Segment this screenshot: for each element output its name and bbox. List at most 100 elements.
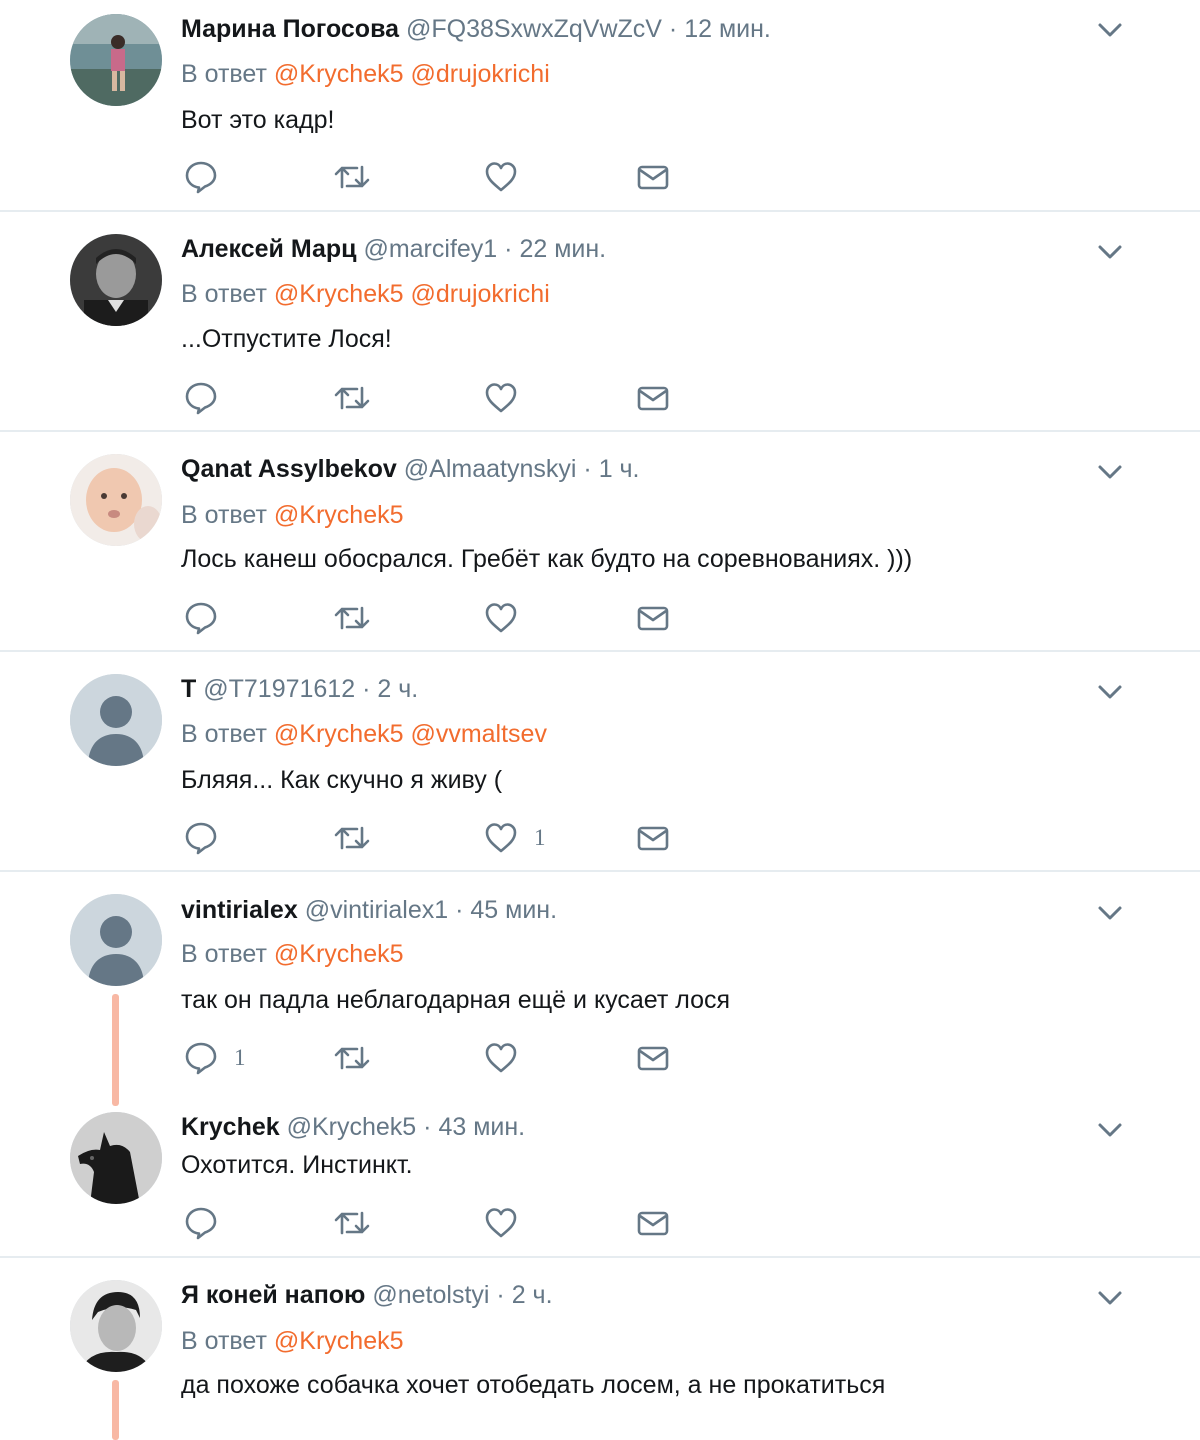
timestamp[interactable]: 43 мин.	[438, 1113, 525, 1141]
retweet-button[interactable]	[333, 1203, 371, 1243]
avatar[interactable]	[70, 234, 162, 326]
timestamp[interactable]: 2 ч.	[512, 1281, 553, 1309]
avatar[interactable]	[70, 14, 162, 106]
author-handle[interactable]: @Krychek5	[287, 1113, 417, 1141]
like-button[interactable]	[484, 1038, 534, 1078]
avatar[interactable]	[70, 674, 162, 766]
mention-link[interactable]: @vvmaltsev	[410, 720, 547, 748]
mention-link[interactable]: @Krychek5	[274, 720, 404, 748]
tweet-text: Вот это кадр!	[181, 106, 335, 134]
retweet-button[interactable]	[333, 157, 371, 197]
chevron-down-icon[interactable]	[1094, 456, 1126, 488]
reply-icon	[184, 160, 218, 194]
reply-button[interactable]	[184, 157, 234, 197]
retweet-icon	[333, 381, 371, 415]
timestamp[interactable]: 1 ч.	[599, 455, 640, 483]
reply-icon	[184, 601, 218, 635]
author-handle[interactable]: @netolstyi	[372, 1281, 489, 1309]
author-handle[interactable]: @Almaatynskyi	[404, 455, 577, 483]
author-name[interactable]: T	[181, 675, 196, 703]
like-button[interactable]	[484, 1203, 534, 1243]
avatar[interactable]	[70, 894, 162, 986]
author-name[interactable]: Qanat Assylbekov	[181, 455, 397, 483]
like-button[interactable]: 1	[484, 818, 546, 858]
reply-button[interactable]	[184, 378, 234, 418]
separator-dot: ·	[362, 675, 371, 703]
chevron-down-icon[interactable]	[1094, 1282, 1126, 1314]
like-button[interactable]	[484, 378, 534, 418]
author-name[interactable]: Я коней напою	[181, 1281, 365, 1309]
author-name[interactable]: Krychek	[181, 1113, 280, 1141]
retweet-button[interactable]	[333, 378, 371, 418]
retweet-icon	[333, 1041, 371, 1075]
reply-icon	[184, 381, 218, 415]
tweet[interactable]: Qanat Assylbekov @Almaatynskyi · 1 ч. В …	[0, 432, 1200, 652]
reply-button[interactable]	[184, 598, 234, 638]
author-handle[interactable]: @FQ38SxwxZqVwZcV	[406, 15, 662, 43]
direct-message-button[interactable]	[636, 1038, 670, 1078]
tweet[interactable]: Марина Погосова @FQ38SxwxZqVwZcV · 12 ми…	[0, 0, 1200, 212]
author-name[interactable]: Марина Погосова	[181, 15, 399, 43]
retweet-button[interactable]	[333, 598, 371, 638]
mention-link[interactable]: @drujokrichi	[410, 280, 549, 308]
tweet-actions: 1	[0, 1038, 1200, 1078]
direct-message-button[interactable]	[636, 378, 670, 418]
tweet-text: ...Отпустите Лося!	[181, 325, 392, 353]
tweet[interactable]: Я коней напою @netolstyi · 2 ч. В ответ …	[0, 1258, 1200, 1440]
avatar[interactable]	[70, 1112, 162, 1204]
like-count: 1	[534, 825, 546, 850]
chevron-down-icon[interactable]	[1094, 14, 1126, 46]
retweet-icon	[333, 1206, 371, 1240]
author-handle[interactable]: @vintirialex1	[305, 896, 448, 924]
direct-message-button[interactable]	[636, 157, 670, 197]
timestamp[interactable]: 2 ч.	[377, 675, 418, 703]
like-button[interactable]	[484, 157, 534, 197]
tweet[interactable]: Алексей Марц @marcifey1 · 22 мин. В отве…	[0, 212, 1200, 432]
chevron-down-icon[interactable]	[1094, 676, 1126, 708]
mention-link[interactable]: @Krychek5	[274, 60, 404, 88]
mention-link[interactable]: @Krychek5	[274, 280, 404, 308]
reply-to-label: В ответ	[181, 60, 267, 88]
tweet-actions: 1	[0, 818, 1200, 858]
reply-button[interactable]	[184, 1203, 234, 1243]
tweet-text: так он падла неблагодарная ещё и кусает …	[181, 986, 731, 1014]
direct-message-button[interactable]	[636, 598, 670, 638]
author-handle[interactable]: @T71971612	[203, 675, 355, 703]
like-icon	[484, 381, 518, 415]
reply-button[interactable]: 1	[184, 1038, 246, 1078]
reply-to: В ответ @Krychek5	[181, 1326, 404, 1356]
chevron-down-icon[interactable]	[1094, 236, 1126, 268]
tweet-actions	[0, 1203, 1200, 1243]
retweet-button[interactable]	[333, 1038, 371, 1078]
avatar[interactable]	[70, 454, 162, 546]
retweet-button[interactable]	[333, 818, 371, 858]
retweet-icon	[333, 160, 371, 194]
reply-icon	[184, 821, 218, 855]
like-button[interactable]	[484, 598, 534, 638]
tweet[interactable]: T @T71971612 · 2 ч. В ответ @Krychek5 @v…	[0, 652, 1200, 872]
mention-link[interactable]: @Krychek5	[274, 1327, 404, 1355]
tweet[interactable]: Krychek @Krychek5 · 43 мин. Охотится. Ин…	[0, 1092, 1200, 1258]
timestamp[interactable]: 22 мин.	[519, 235, 606, 263]
reply-to-label: В ответ	[181, 1327, 267, 1355]
retweet-icon	[333, 601, 371, 635]
chevron-down-icon[interactable]	[1094, 1114, 1126, 1146]
avatar[interactable]	[70, 1280, 162, 1372]
timestamp[interactable]: 45 мин.	[470, 896, 557, 924]
tweet[interactable]: vintirialex @vintirialex1 · 45 мин. В от…	[0, 872, 1200, 1106]
direct-message-icon	[636, 821, 670, 855]
mention-link[interactable]: @drujokrichi	[410, 60, 549, 88]
thread-line	[112, 1380, 119, 1440]
timestamp[interactable]: 12 мин.	[684, 15, 771, 43]
chevron-down-icon[interactable]	[1094, 897, 1126, 929]
author-name[interactable]: vintirialex	[181, 896, 298, 924]
author-handle[interactable]: @marcifey1	[363, 235, 497, 263]
author-name[interactable]: Алексей Марц	[181, 235, 357, 263]
reply-button[interactable]	[184, 818, 234, 858]
tweet-actions	[0, 378, 1200, 418]
reply-count: 1	[234, 1045, 246, 1070]
mention-link[interactable]: @Krychek5	[274, 940, 404, 968]
direct-message-button[interactable]	[636, 1203, 670, 1243]
mention-link[interactable]: @Krychek5	[274, 501, 404, 529]
direct-message-button[interactable]	[636, 818, 670, 858]
